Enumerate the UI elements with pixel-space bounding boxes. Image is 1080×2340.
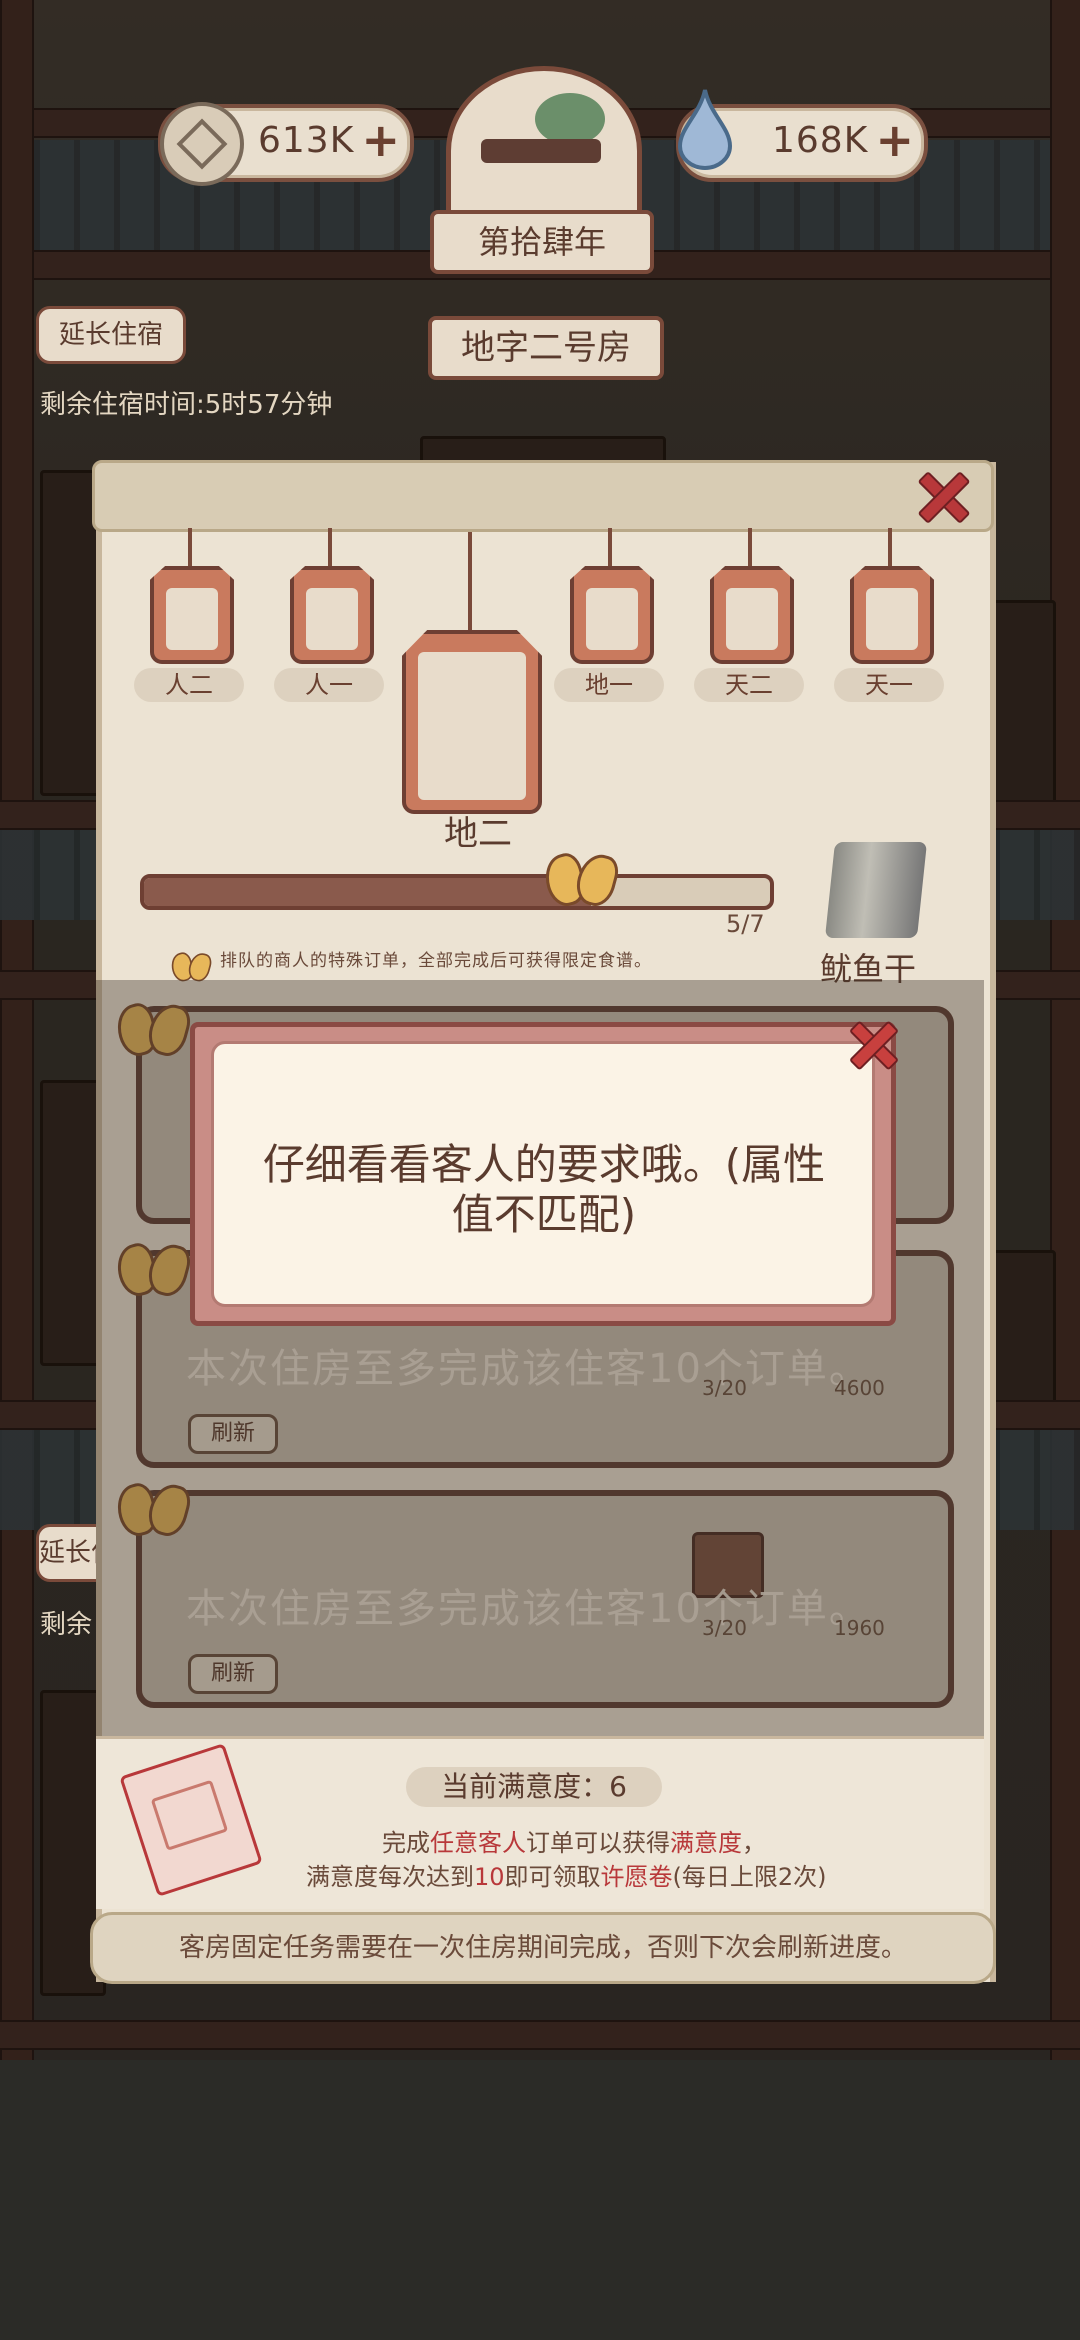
progress-fill bbox=[144, 878, 591, 906]
room-title: 地字二号房 bbox=[428, 316, 664, 380]
dialog-message: 仔细看看客人的要求哦。(属性值不匹配) bbox=[262, 1140, 826, 1239]
spirit-counter[interactable]: 168K + bbox=[676, 89, 928, 182]
empty-seat-icon bbox=[866, 588, 918, 650]
guest-tag-label: 人一 bbox=[274, 668, 384, 702]
selected-guest-label: 地二 bbox=[444, 814, 512, 854]
coin-counter[interactable]: 613K + bbox=[158, 102, 414, 186]
rope bbox=[468, 532, 472, 632]
panel-scroll-top bbox=[92, 460, 994, 532]
guest-tag-label: 人二 bbox=[134, 668, 244, 702]
dialog-close-icon[interactable] bbox=[844, 1016, 900, 1072]
guest-tag-ren1[interactable] bbox=[290, 566, 374, 664]
dialog-body: 仔细看看客人的要求哦。(属性值不匹配) bbox=[211, 1041, 875, 1307]
rope bbox=[888, 528, 892, 568]
spirit-drop-icon bbox=[677, 89, 733, 170]
extend-stay-button[interactable]: 延长住宿 bbox=[36, 306, 186, 364]
satisfaction-line-1: 完成任意客人订单可以获得满意度， bbox=[382, 1829, 766, 1857]
guest-tag-ren2[interactable] bbox=[150, 566, 234, 664]
coin-value: 613K bbox=[258, 120, 355, 161]
add-spirit-icon[interactable]: + bbox=[875, 117, 914, 163]
cat-guest-icon bbox=[166, 588, 218, 650]
guest-tag-label: 地一 bbox=[554, 668, 664, 702]
add-coins-icon[interactable]: + bbox=[361, 117, 400, 163]
progress-hint: 排队的商人的特殊订单，全部完成后可获得限定食谱。 bbox=[220, 951, 652, 971]
alert-dialog: 仔细看看客人的要求哦。(属性值不匹配) bbox=[190, 1022, 896, 1326]
elder-guest-icon bbox=[418, 652, 526, 800]
guest-tag-label: 天一 bbox=[834, 668, 944, 702]
wish-scroll-icon[interactable] bbox=[119, 1743, 263, 1897]
spirit-value: 168K bbox=[772, 120, 869, 161]
pine-tree-icon bbox=[535, 93, 605, 145]
coin-icon bbox=[160, 102, 244, 186]
butterfly-icon bbox=[172, 951, 211, 982]
satisfaction-section: 当前满意度：6 完成任意客人订单可以获得满意度， 满意度每次达到10即可领取许愿… bbox=[96, 1736, 984, 1909]
progress-text: 5/7 bbox=[726, 910, 765, 938]
dried-squid-icon[interactable] bbox=[824, 842, 928, 938]
satisfaction-line-2: 满意度每次达到10即可领取许愿卷(每日上限2次) bbox=[306, 1863, 827, 1891]
butterfly-icon bbox=[546, 850, 616, 906]
plum-guest-icon bbox=[306, 588, 358, 650]
rope bbox=[188, 528, 192, 568]
rope bbox=[608, 528, 612, 568]
stay-time-2: 剩余 bbox=[40, 1610, 93, 1640]
stay-time: 剩余住宿时间:5时57分钟 bbox=[40, 390, 333, 420]
guest-tag-tian1[interactable] bbox=[850, 566, 934, 664]
bottom-area bbox=[0, 2060, 1080, 2340]
guest-tag-label: 天二 bbox=[694, 668, 804, 702]
empty-seat-icon bbox=[586, 588, 638, 650]
rope bbox=[328, 528, 332, 568]
footer-note: 客房固定任务需要在一次住房期间完成，否则下次会刷新进度。 bbox=[90, 1912, 996, 1984]
guest-tag-di1[interactable] bbox=[570, 566, 654, 664]
guest-tag-di2-selected[interactable] bbox=[402, 630, 542, 814]
guest-tag-tian2[interactable] bbox=[710, 566, 794, 664]
order-progress-bar bbox=[140, 874, 774, 910]
panel-close-icon[interactable] bbox=[910, 464, 972, 526]
year-plate: 第拾肆年 bbox=[430, 210, 654, 274]
rope bbox=[748, 528, 752, 568]
pavilion-icon bbox=[481, 139, 601, 163]
empty-seat-icon bbox=[726, 588, 778, 650]
satisfaction-title: 当前满意度：6 bbox=[406, 1767, 662, 1807]
